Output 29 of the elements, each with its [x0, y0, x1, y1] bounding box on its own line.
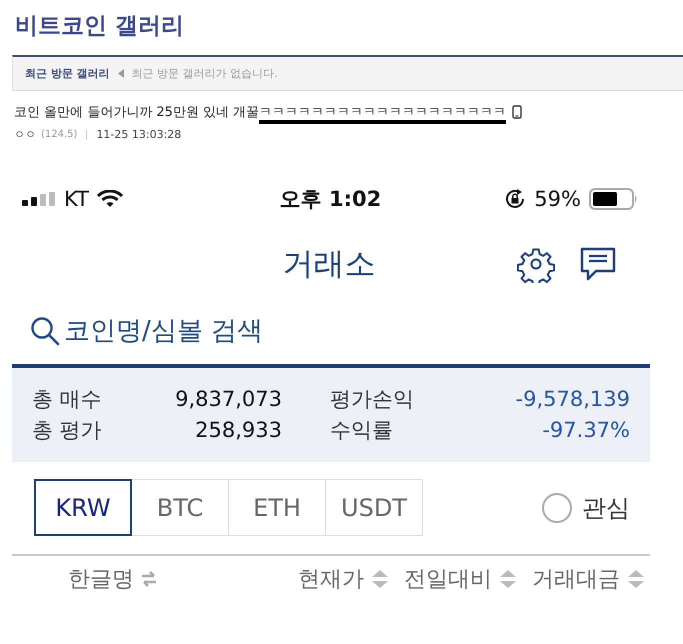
currency-tab[interactable]: ETH: [228, 479, 326, 536]
summary-value: 258,933: [194, 417, 283, 444]
recent-empty-text: 최근 방문 갤러리가 없습니다.: [132, 66, 278, 81]
post-title[interactable]: 코인 올만에 들어가니까 25만원 있네 개꿀 ㅋㅋㅋㅋㅋㅋㅋㅋㅋㅋㅋㅋㅋㅋㅋㅋㅋㅋㅋ: [14, 103, 506, 121]
watchlist-label[interactable]: 관심: [582, 492, 630, 524]
summary-label: 총 매수: [32, 386, 103, 413]
status-time: 오후 1:02: [280, 186, 382, 213]
summary-value: 9,837,073: [174, 386, 283, 413]
gallery-title[interactable]: 비트코인 갤러리: [12, 10, 683, 46]
search-field[interactable]: 코인명/심볼 검색: [30, 316, 330, 346]
currency-tab[interactable]: KRW: [34, 479, 132, 536]
column-header[interactable]: 전일대비: [404, 564, 492, 594]
battery-percent: 59%: [534, 187, 581, 211]
post-date: 11-25 13:03:28: [96, 128, 182, 141]
recent-label: 최근 방문 갤러리: [25, 66, 110, 81]
summary-value: -97.37%: [541, 417, 630, 444]
screen-title: 거래소: [282, 245, 376, 284]
carrier-name: KT: [64, 187, 89, 211]
summary-value: -9,578,139: [514, 386, 630, 413]
author-name[interactable]: ㅇㅇ: [14, 127, 36, 142]
column-header[interactable]: 거래대금: [532, 564, 620, 594]
summary-label: 총 평가: [32, 417, 103, 444]
summary-label: 평가손익: [330, 386, 415, 413]
author-ip: (124.5): [41, 129, 78, 140]
currency-tab[interactable]: USDT: [325, 479, 423, 536]
column-header[interactable]: 한글명: [68, 564, 134, 594]
column-header[interactable]: 현재가: [298, 564, 364, 594]
summary-label: 수익률: [330, 417, 394, 444]
currency-tab[interactable]: BTC: [131, 479, 229, 536]
